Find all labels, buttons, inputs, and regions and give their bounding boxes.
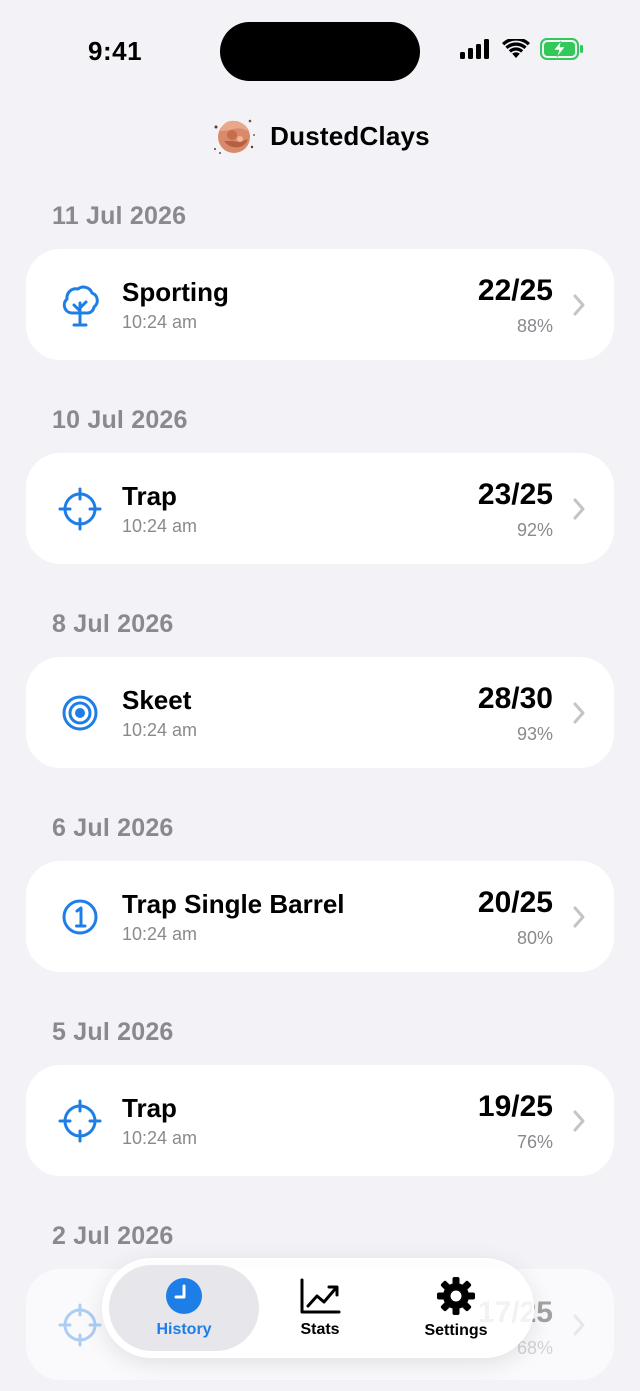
chevron-right-icon	[573, 702, 585, 724]
history-screen: 9:41 DustedClays 11 Jul 2026 Sporting 10…	[0, 0, 640, 1391]
wifi-icon	[502, 39, 530, 58]
session-time: 10:24 am	[122, 720, 198, 740]
tab-label: Settings	[424, 1322, 488, 1339]
chart-line-icon	[300, 1278, 341, 1314]
status-icons	[460, 38, 584, 60]
chevron-right-icon	[573, 294, 585, 316]
session-percent: 92%	[516, 520, 553, 540]
status-bar: 9:41	[0, 0, 640, 100]
session-type: Trap	[122, 481, 177, 511]
chevron-right-icon	[573, 906, 585, 928]
tab-settings[interactable]: Settings	[386, 1265, 526, 1351]
session-percent: 80%	[516, 928, 553, 948]
chevron-right-icon	[573, 1110, 585, 1132]
session-score: 22/25	[477, 274, 553, 307]
session-score: 19/25	[477, 1090, 553, 1123]
session-percent: 88%	[516, 316, 553, 336]
session-type: Trap	[122, 1093, 177, 1123]
status-time: 9:41	[88, 36, 143, 66]
section-date-header: 8 Jul 2026	[52, 610, 174, 638]
session-score: 20/25	[477, 886, 553, 919]
crosshair-icon	[58, 1099, 102, 1143]
session-time: 10:24 am	[122, 924, 198, 944]
target-icon	[62, 695, 98, 731]
clay-target-logo	[214, 119, 256, 154]
tab-bar: History Stats Settings	[102, 1258, 534, 1358]
tab-history[interactable]: History	[109, 1265, 259, 1351]
session-row[interactable]: Skeet 10:24 am 28/30 93%	[26, 657, 614, 768]
cellular-signal-icon	[460, 39, 489, 59]
tab-stats[interactable]: Stats	[250, 1265, 390, 1351]
session-time: 10:24 am	[122, 1128, 198, 1148]
session-time: 10:24 am	[122, 312, 198, 332]
section-date-header: 6 Jul 2026	[52, 814, 174, 842]
session-time: 10:24 am	[122, 516, 198, 536]
section-date-header: 2 Jul 2026	[52, 1222, 174, 1250]
tab-label: History	[156, 1321, 212, 1338]
session-percent: 93%	[516, 724, 553, 744]
section-date-header: 10 Jul 2026	[52, 406, 188, 434]
app-title: DustedClays	[270, 120, 430, 151]
session-score: 28/30	[477, 682, 553, 715]
dynamic-island	[220, 22, 420, 81]
session-type: Trap Single Barrel	[122, 889, 345, 919]
session-type: Skeet	[122, 685, 192, 715]
tab-label: Stats	[300, 1321, 340, 1338]
session-row[interactable]: Trap Single Barrel 10:24 am 20/25 80%	[26, 861, 614, 972]
gear-icon	[437, 1277, 475, 1315]
session-row[interactable]: Trap 10:24 am 19/25 76%	[26, 1065, 614, 1176]
crosshair-icon	[58, 1303, 102, 1347]
battery-charging-icon	[540, 38, 583, 60]
app-header: DustedClays	[0, 108, 640, 164]
crosshair-icon	[58, 487, 102, 531]
session-row[interactable]: Sporting 10:24 am 22/25 88%	[26, 249, 614, 360]
session-type: Sporting	[122, 277, 229, 307]
session-row[interactable]: Trap 10:24 am 23/25 92%	[26, 453, 614, 564]
session-percent: 76%	[516, 1132, 553, 1152]
tree-icon	[62, 285, 99, 327]
clock-icon	[166, 1278, 202, 1314]
number-one-circle-icon	[62, 899, 98, 935]
chevron-right-icon	[573, 1314, 585, 1336]
session-score: 23/25	[477, 478, 553, 511]
section-date-header: 5 Jul 2026	[52, 1018, 174, 1046]
section-date-header: 11 Jul 2026	[52, 202, 187, 230]
chevron-right-icon	[573, 498, 585, 520]
